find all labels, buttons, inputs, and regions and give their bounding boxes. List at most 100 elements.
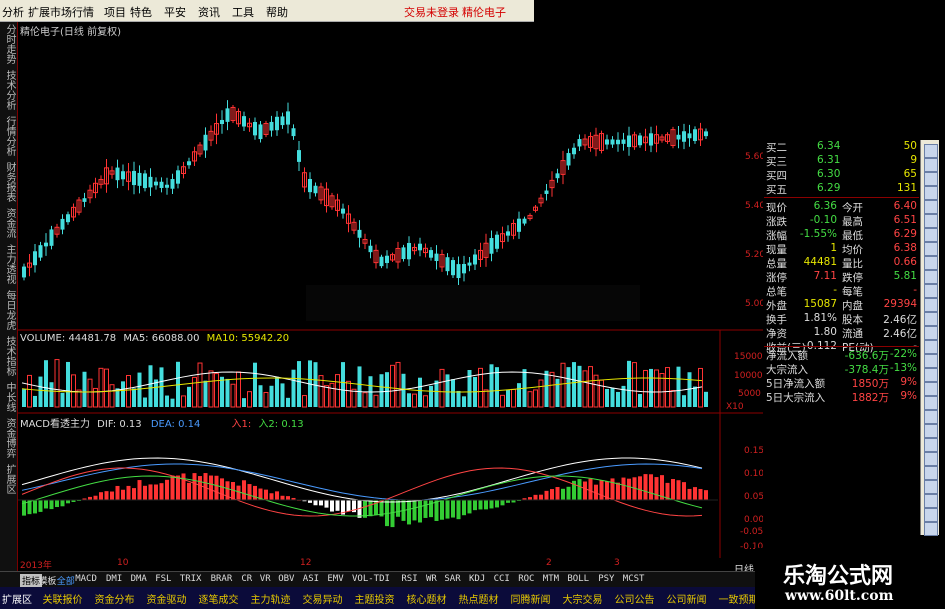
toolbar-button[interactable] bbox=[924, 508, 938, 522]
left-nav-item[interactable]: 中长线 bbox=[2, 382, 15, 412]
indicator-tab[interactable]: FSL bbox=[155, 574, 171, 584]
indicator-tab[interactable]: VOL-TDI bbox=[352, 574, 390, 584]
left-nav-item[interactable]: 每日龙虎 bbox=[2, 290, 15, 330]
indicator-tab[interactable]: MACD bbox=[75, 574, 97, 584]
left-nav-item[interactable]: 技术指标 bbox=[2, 336, 15, 376]
toolbar-button[interactable] bbox=[924, 382, 938, 396]
toolbar-button[interactable] bbox=[924, 494, 938, 508]
toolbar-button[interactable] bbox=[924, 522, 938, 536]
candle-down bbox=[297, 150, 301, 162]
bottom-tab[interactable]: 热点题材 bbox=[459, 591, 499, 606]
bottom-tab[interactable]: 扩展区 bbox=[2, 591, 32, 606]
menu-item-feature[interactable]: 特色 bbox=[130, 4, 152, 20]
toolbar-button[interactable] bbox=[924, 284, 938, 298]
bottom-tab[interactable]: 公司公告 bbox=[615, 591, 655, 606]
indicator-tab[interactable]: RSI bbox=[401, 574, 417, 584]
bottom-tab[interactable]: 资金驱动 bbox=[147, 591, 187, 606]
indicator-tab[interactable]: CCI bbox=[494, 574, 510, 584]
menu-item-tools[interactable]: 工具 bbox=[232, 4, 254, 20]
toolbar-button[interactable] bbox=[924, 480, 938, 494]
flow-value: -378.4万 bbox=[844, 364, 889, 376]
indicator-tab[interactable]: DMA bbox=[131, 574, 147, 584]
indicator-tab[interactable]: VR bbox=[260, 574, 271, 584]
login-status[interactable]: 交易未登录 bbox=[404, 4, 459, 20]
toolbar-button[interactable] bbox=[924, 200, 938, 214]
left-nav-item[interactable]: 主力透视 bbox=[2, 244, 15, 284]
toolbar-button[interactable] bbox=[924, 438, 938, 452]
indicator-tab[interactable]: 模板 bbox=[38, 574, 56, 587]
indicator-tab[interactable]: BOLL bbox=[567, 574, 589, 584]
bottom-tab[interactable]: 大宗交易 bbox=[563, 591, 603, 606]
macd-histogram-bar bbox=[484, 500, 488, 510]
toolbar-button[interactable] bbox=[924, 214, 938, 228]
left-nav-item[interactable]: 资金流 bbox=[2, 208, 15, 238]
indicator-tab[interactable]: WR bbox=[426, 574, 437, 584]
left-nav-item[interactable]: 财务报表 bbox=[2, 162, 15, 202]
toolbar-button[interactable] bbox=[924, 228, 938, 242]
left-nav-item[interactable]: 行情分析 bbox=[2, 116, 15, 156]
menu-item-info[interactable]: 资讯 bbox=[198, 4, 220, 20]
candle-down bbox=[357, 229, 362, 238]
menu-item-help[interactable]: 帮助 bbox=[266, 4, 288, 20]
menu-item-ext-market[interactable]: 扩展市场行情 bbox=[28, 4, 94, 20]
indicator-tab[interactable]: ASI bbox=[303, 574, 319, 584]
bottom-tab[interactable]: 主力轨迹 bbox=[251, 591, 291, 606]
indicator-tab[interactable]: TRIX bbox=[180, 574, 202, 584]
bottom-tab[interactable]: 一致预期 bbox=[719, 591, 759, 606]
toolbar-button[interactable] bbox=[924, 242, 938, 256]
toolbar-button[interactable] bbox=[924, 270, 938, 284]
left-nav-item[interactable]: 分时走势 bbox=[2, 24, 15, 64]
indicator-tab[interactable]: ROC bbox=[518, 574, 534, 584]
bottom-tab[interactable]: 交易异动 bbox=[303, 591, 343, 606]
indicator-tab[interactable]: MTM bbox=[543, 574, 559, 584]
in2-label: 入2: bbox=[258, 419, 279, 430]
toolbar-button[interactable] bbox=[924, 158, 938, 172]
bottom-tab[interactable]: 公司新闻 bbox=[667, 591, 707, 606]
indicator-tab[interactable]: KDJ bbox=[469, 574, 485, 584]
toolbar-button[interactable] bbox=[924, 144, 938, 158]
toolbar-button[interactable] bbox=[924, 172, 938, 186]
toolbar-button[interactable] bbox=[924, 186, 938, 200]
bottom-tab[interactable]: 核心题材 bbox=[407, 591, 447, 606]
macd-histogram-bar bbox=[654, 477, 659, 500]
bottom-tab[interactable]: 主题投资 bbox=[355, 591, 395, 606]
chart-canvas[interactable]: 5.60 5.40 5.20 5.00 15000 10000 5000 X10… bbox=[18, 22, 763, 558]
left-nav-item[interactable]: 扩展区 bbox=[2, 464, 15, 494]
toolbar-button[interactable] bbox=[924, 312, 938, 326]
toolbar-button[interactable] bbox=[924, 256, 938, 270]
toolbar-button[interactable] bbox=[924, 326, 938, 340]
indicator-tab[interactable]: DMI bbox=[106, 574, 122, 584]
left-nav-item[interactable]: 资金博弈 bbox=[2, 418, 15, 458]
indicator-tab[interactable]: 全部 bbox=[57, 574, 75, 587]
indicator-tab[interactable]: PSY bbox=[598, 574, 614, 584]
left-nav-item[interactable]: 技术分析 bbox=[2, 70, 15, 110]
indicator-tab[interactable]: OBV bbox=[278, 574, 294, 584]
indicator-tab[interactable]: EMV bbox=[327, 574, 343, 584]
menu-item-analysis[interactable]: 分析 bbox=[2, 4, 24, 20]
menu-item-project[interactable]: 项目 bbox=[104, 4, 126, 20]
toolbar-button[interactable] bbox=[924, 298, 938, 312]
toolbar-button[interactable] bbox=[924, 368, 938, 382]
stat-value: 44481 bbox=[803, 256, 837, 268]
stat-row: 涨跌 -0.10 最高 6.51 bbox=[764, 214, 919, 228]
candle-down bbox=[308, 179, 312, 193]
indicator-tab[interactable]: BRAR bbox=[211, 574, 233, 584]
toolbar-button[interactable] bbox=[924, 354, 938, 368]
toolbar-button[interactable] bbox=[924, 340, 938, 354]
indicator-tab[interactable]: MCST bbox=[623, 574, 645, 584]
indicator-tab[interactable]: CR bbox=[241, 574, 252, 584]
bottom-tab[interactable]: 资金分布 bbox=[95, 591, 135, 606]
menu-item-pingan[interactable]: 平安 bbox=[164, 4, 186, 20]
indicator-tab[interactable]: SAR bbox=[444, 574, 460, 584]
macd-histogram-bar bbox=[253, 485, 257, 500]
volume-bar-down bbox=[154, 379, 158, 407]
toolbar-button[interactable] bbox=[924, 396, 938, 410]
toolbar-button[interactable] bbox=[924, 424, 938, 438]
bottom-tab[interactable]: 关联报价 bbox=[43, 591, 83, 606]
toolbar-button[interactable] bbox=[924, 466, 938, 480]
bottom-tab[interactable]: 逐笔成交 bbox=[199, 591, 239, 606]
toolbar-button[interactable] bbox=[924, 452, 938, 466]
macd-histogram-bar bbox=[346, 500, 351, 512]
bottom-tab[interactable]: 同腾新闻 bbox=[511, 591, 551, 606]
toolbar-button[interactable] bbox=[924, 410, 938, 424]
